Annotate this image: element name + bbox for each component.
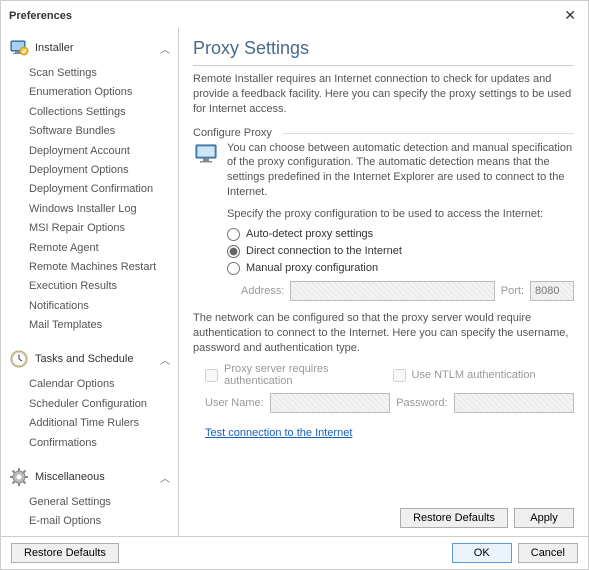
group-label: Configure Proxy (193, 127, 574, 139)
radio-direct[interactable]: Direct connection to the Internet (227, 243, 574, 260)
main-panel: Proxy Settings Remote Installer requires… (179, 28, 588, 536)
chk-label: Proxy server requires authentication (224, 363, 387, 387)
sidebar-item[interactable]: Execution Results (29, 277, 178, 296)
clock-icon (9, 349, 29, 369)
password-input[interactable] (454, 393, 574, 413)
test-connection-link[interactable]: Test connection to the Internet (205, 427, 352, 439)
sidebar: Installer ︿ Scan SettingsEnumeration Opt… (1, 28, 179, 536)
sidebar-item[interactable]: Mail Templates (29, 316, 178, 335)
sidebar-item[interactable]: E-mail Options (29, 512, 178, 531)
sidebar-item[interactable]: Deployment Account (29, 142, 178, 161)
radio-auto-detect[interactable]: Auto-detect proxy settings (227, 226, 574, 243)
divider (193, 65, 574, 66)
address-label: Address: (241, 285, 284, 297)
sidebar-item[interactable]: Deployment Options (29, 161, 178, 180)
radio-label: Auto-detect proxy settings (246, 228, 373, 240)
section-header-misc[interactable]: Miscellaneous ︿ (5, 461, 178, 491)
intro-text: Remote Installer requires an Internet co… (193, 72, 574, 117)
username-input[interactable] (270, 393, 390, 413)
specify-text: Specify the proxy configuration to be us… (227, 208, 574, 220)
group-text: You can choose between automatic detecti… (227, 141, 574, 200)
port-label: Port: (501, 285, 524, 297)
sidebar-item[interactable]: Scheduler Configuration (29, 395, 178, 414)
radio-manual[interactable]: Manual proxy configuration (227, 260, 574, 277)
section-header-installer[interactable]: Installer ︿ (5, 32, 178, 62)
chevron-up-icon: ︿ (160, 352, 170, 367)
chk-ntlm[interactable] (393, 369, 406, 382)
port-input[interactable] (530, 281, 574, 301)
cancel-button[interactable]: Cancel (518, 543, 578, 563)
radio-label: Direct connection to the Internet (246, 245, 402, 257)
installer-icon (9, 38, 29, 58)
ok-button[interactable]: OK (452, 543, 512, 563)
sidebar-item[interactable]: Additional Time Rulers (29, 414, 178, 433)
sidebar-item[interactable]: Notifications (29, 297, 178, 316)
auth-text: The network can be configured so that th… (193, 311, 574, 356)
radio-auto-input[interactable] (227, 228, 240, 241)
footer-restore-defaults-button[interactable]: Restore Defaults (11, 543, 119, 563)
section-label: Installer (35, 42, 160, 54)
sidebar-item[interactable]: Remote Machines Restart (29, 258, 178, 277)
sidebar-item[interactable]: Remote Agent (29, 239, 178, 258)
chk-requires-auth[interactable] (205, 369, 218, 382)
monitor-icon (193, 141, 219, 200)
gear-icon (9, 467, 29, 487)
sidebar-item[interactable]: Confirmations (29, 434, 178, 453)
username-label: User Name: (205, 397, 264, 409)
section-label: Miscellaneous (35, 471, 160, 483)
close-icon[interactable]: ✕ (560, 7, 580, 24)
radio-manual-input[interactable] (227, 262, 240, 275)
sidebar-item[interactable]: Enumeration Options (29, 83, 178, 102)
sidebar-item[interactable]: Calendar Options (29, 375, 178, 394)
chevron-up-icon: ︿ (160, 470, 170, 485)
radio-label: Manual proxy configuration (246, 262, 378, 274)
chk-label: Use NTLM authentication (412, 369, 536, 381)
sidebar-item[interactable]: Collections Settings (29, 103, 178, 122)
password-label: Password: (396, 397, 447, 409)
chevron-up-icon: ︿ (160, 41, 170, 56)
radio-direct-input[interactable] (227, 245, 240, 258)
sidebar-item[interactable]: Software Bundles (29, 122, 178, 141)
section-label: Tasks and Schedule (35, 353, 160, 365)
sidebar-item[interactable]: Windows Installer Log (29, 200, 178, 219)
restore-defaults-button[interactable]: Restore Defaults (400, 508, 508, 528)
sidebar-item[interactable]: Scan Settings (29, 64, 178, 83)
sidebar-item[interactable]: Deployment Confirmation (29, 180, 178, 199)
section-header-tasks[interactable]: Tasks and Schedule ︿ (5, 343, 178, 373)
address-input[interactable] (290, 281, 494, 301)
sidebar-item[interactable]: General Settings (29, 493, 178, 512)
page-title: Proxy Settings (193, 38, 574, 59)
apply-button[interactable]: Apply (514, 508, 574, 528)
window-title: Preferences (9, 10, 72, 22)
sidebar-item[interactable]: MSI Repair Options (29, 219, 178, 238)
